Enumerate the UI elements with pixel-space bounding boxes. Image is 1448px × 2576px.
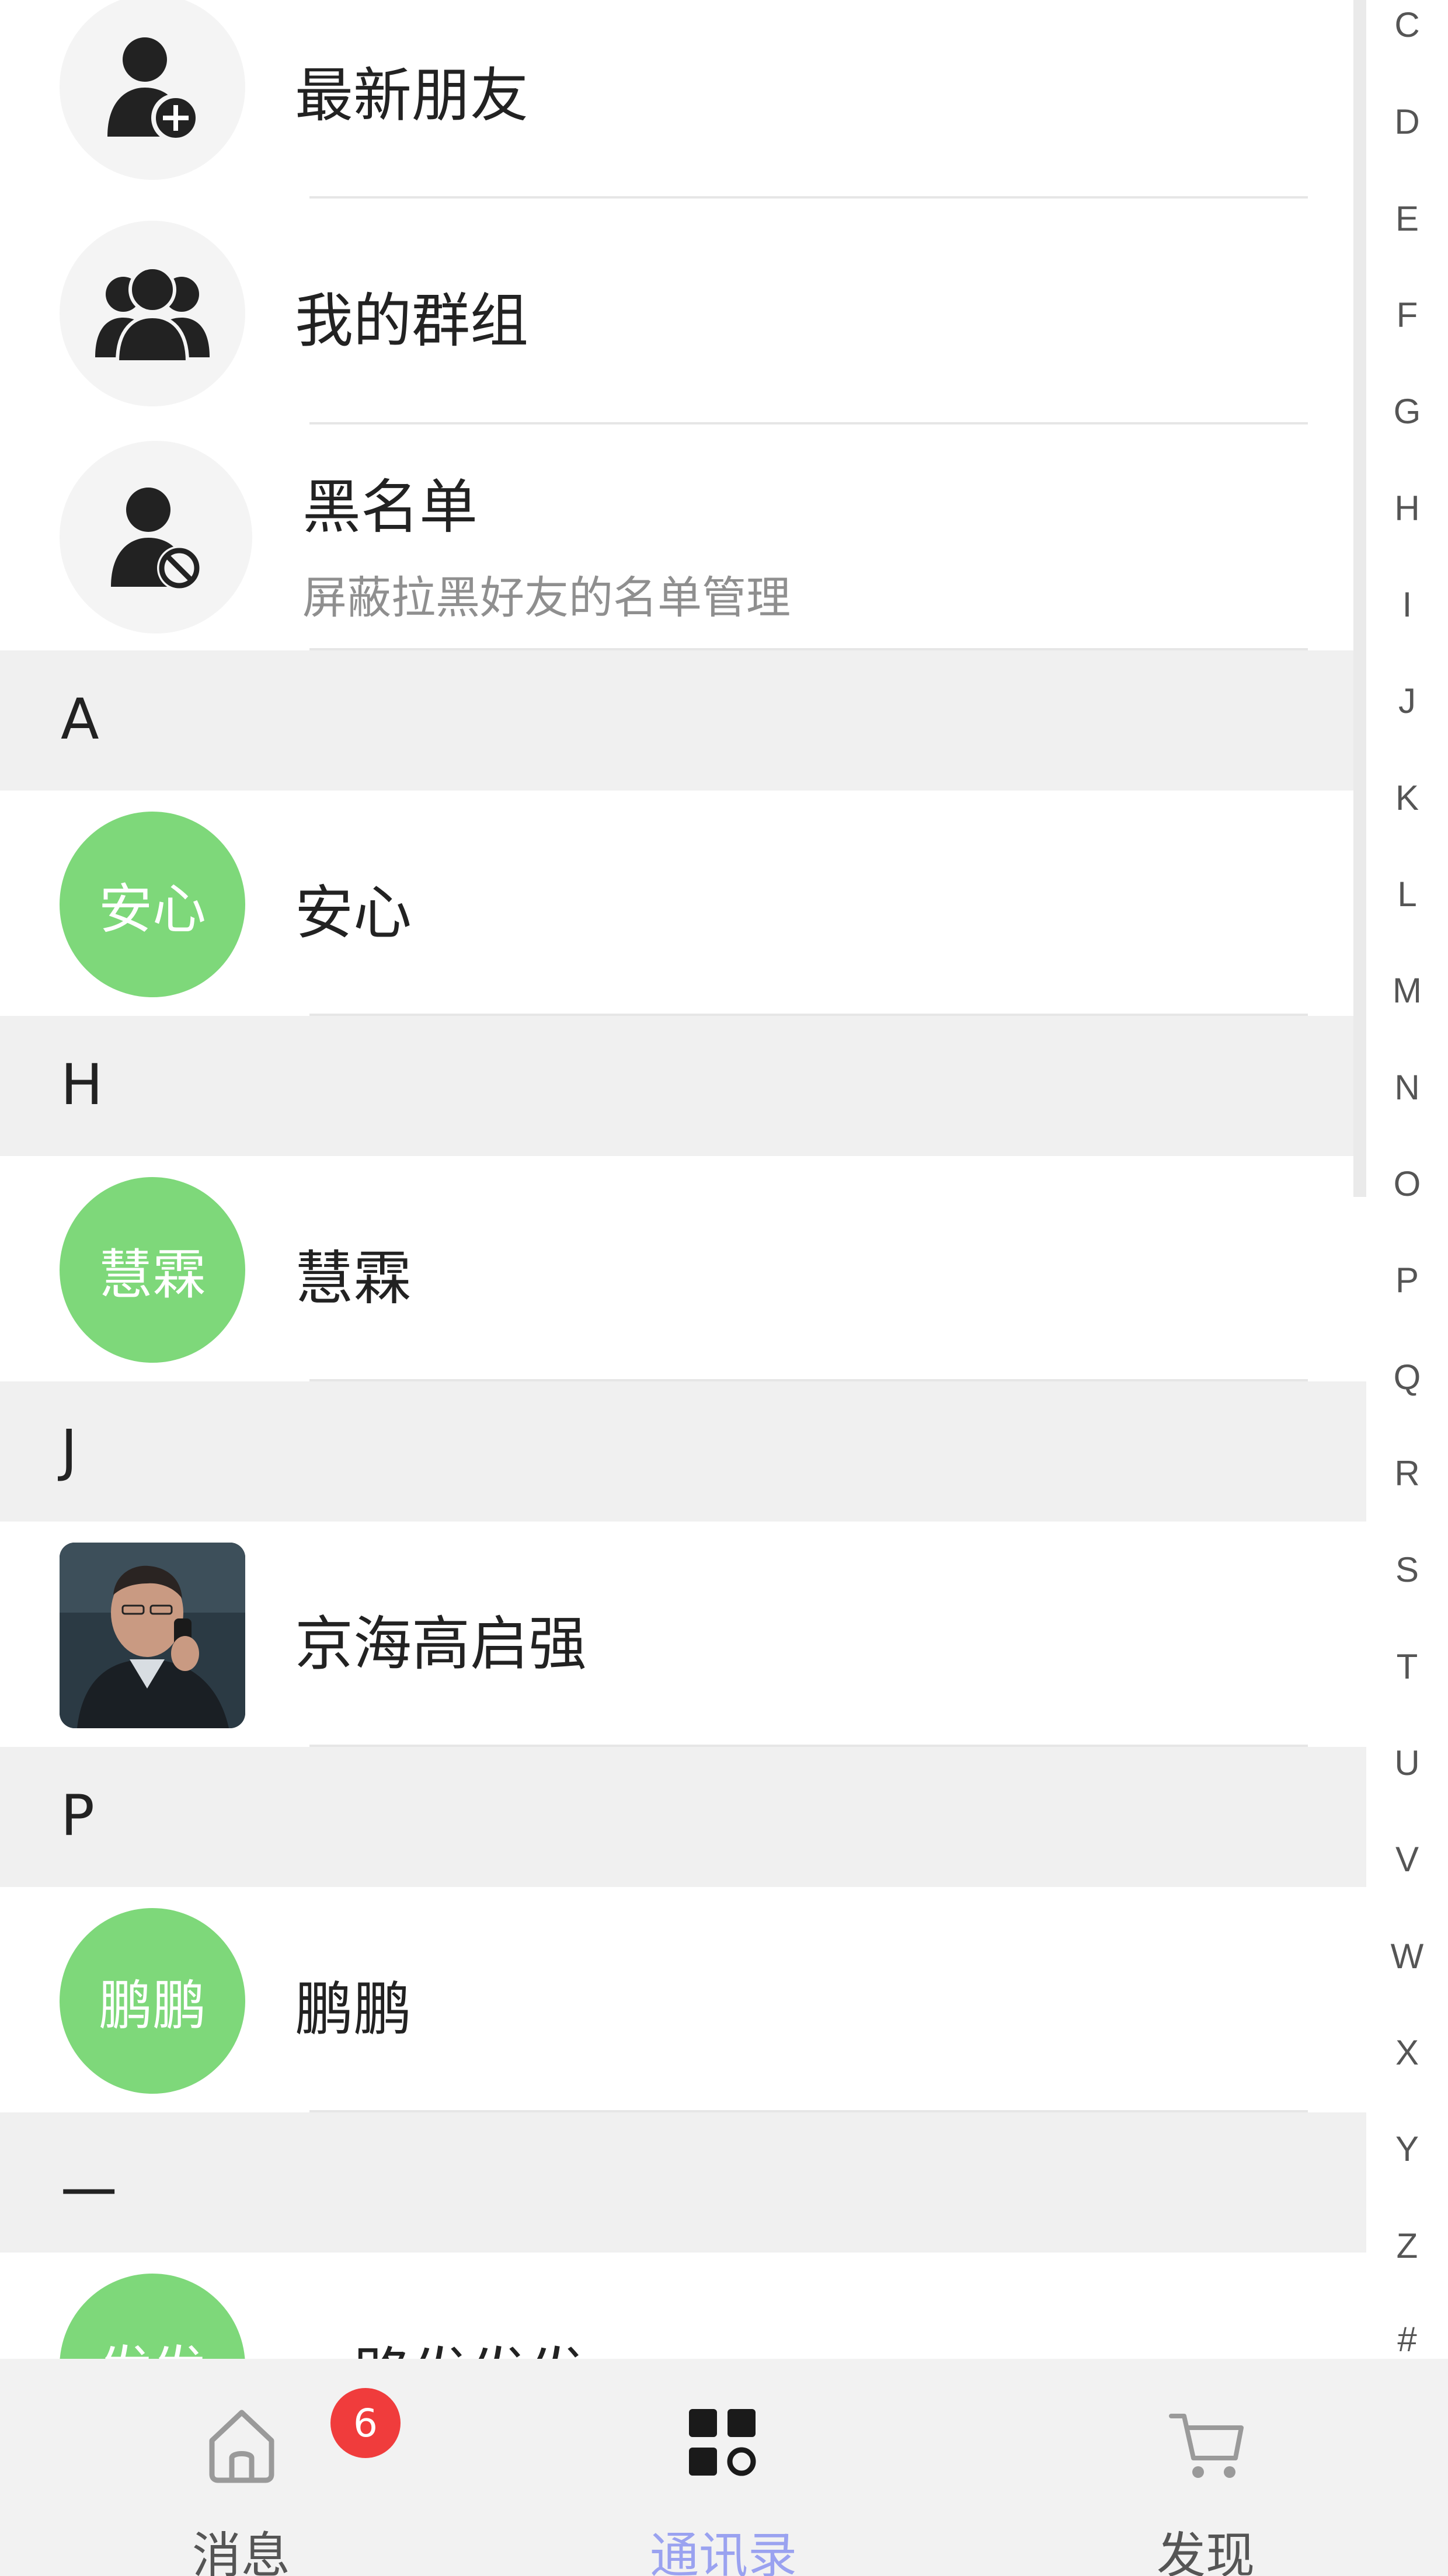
avatar-photo <box>60 1543 245 1728</box>
index-letter-d[interactable]: D <box>1366 102 1448 142</box>
avatar-text: 鹏鹏 <box>98 1974 206 2037</box>
add-friend-icon <box>107 37 200 142</box>
unread-badge: 6 <box>330 2388 401 2458</box>
person-photo <box>60 1543 245 1728</box>
tab-label: 通讯录 <box>649 2527 797 2576</box>
contact-list[interactable]: 最新朋友 我的群组 黑名单 屏蔽拉黑好友的名单管理 A 安心 安心 H 慧霖 慧… <box>0 0 1366 2359</box>
section-letter: H <box>61 1052 103 1118</box>
index-letter-w[interactable]: W <box>1366 1936 1448 1976</box>
avatar: 安心 <box>60 812 245 997</box>
avatar-text: 安心 <box>98 878 206 941</box>
group-icon <box>95 266 210 363</box>
contact-row[interactable]: 安心 安心 <box>0 791 1366 1016</box>
index-letter-l[interactable]: L <box>1366 874 1448 914</box>
index-letter-i[interactable]: I <box>1366 584 1448 625</box>
alphabet-index[interactable]: C D E F G H I J K L M N O P Q R S T U V … <box>1366 0 1448 2359</box>
section-header-a: A <box>0 650 1366 791</box>
avatar-text: 慧霖 <box>98 1243 206 1306</box>
index-letter-y[interactable]: Y <box>1366 2129 1448 2169</box>
index-letter-j[interactable]: J <box>1366 681 1448 721</box>
index-letter-r[interactable]: R <box>1366 1453 1448 1494</box>
section-letter: 一 <box>61 2161 117 2227</box>
index-letter-h[interactable]: H <box>1366 488 1448 528</box>
avatar <box>60 221 245 406</box>
index-letter-p[interactable]: P <box>1366 1260 1448 1300</box>
index-letter-c[interactable]: C <box>1366 5 1448 45</box>
index-letter-x[interactable]: X <box>1366 2032 1448 2073</box>
contact-name: 京海高启强 <box>295 1610 587 1678</box>
contact-name: 安心 <box>295 879 412 947</box>
index-letter-q[interactable]: Q <box>1366 1357 1448 1397</box>
index-letter-m[interactable]: M <box>1366 970 1448 1011</box>
contact-row[interactable]: 慧霖 慧霖 <box>0 1156 1366 1381</box>
section-letter: P <box>61 1783 95 1849</box>
index-letter-o[interactable]: O <box>1366 1164 1448 1204</box>
index-letter-n[interactable]: N <box>1366 1067 1448 1108</box>
avatar: 鹏鹏 <box>60 1908 245 2094</box>
scrollbar[interactable] <box>1353 0 1366 1197</box>
row-title: 最新朋友 <box>295 61 528 130</box>
avatar <box>60 441 252 633</box>
contact-row[interactable]: 京海高启强 <box>0 1522 1366 1747</box>
index-letter-t[interactable]: T <box>1366 1646 1448 1687</box>
contact-name: 慧霖 <box>295 1244 412 1313</box>
contact-name: 一路发发发 <box>295 2327 587 2359</box>
contacts-grid-icon <box>689 2409 756 2476</box>
avatar <box>60 0 245 180</box>
index-letter-hash[interactable]: # <box>1366 2319 1448 2359</box>
row-title: 我的群组 <box>295 287 528 355</box>
tab-messages[interactable]: 6 消息 <box>0 2359 482 2576</box>
row-title: 黑名单 <box>302 473 478 541</box>
avatar-text: 发发 <box>99 2328 206 2359</box>
index-letter-z[interactable]: Z <box>1366 2226 1448 2266</box>
tab-discover[interactable]: 发现 <box>965 2359 1447 2576</box>
index-letter-u[interactable]: U <box>1366 1743 1448 1783</box>
section-letter: A <box>61 687 99 752</box>
section-header-yi: 一 <box>0 2112 1366 2253</box>
tab-label: 发现 <box>1156 2527 1255 2576</box>
contact-row[interactable]: 鹏鹏 鹏鹏 <box>0 1887 1366 2112</box>
index-letter-g[interactable]: G <box>1366 391 1448 431</box>
home-icon <box>209 2410 274 2483</box>
row-subtitle: 屏蔽拉黑好友的名单管理 <box>302 572 791 624</box>
new-friends-row[interactable]: 最新朋友 <box>0 0 1366 199</box>
section-header-h: H <box>0 1016 1366 1156</box>
blacklist-row[interactable]: 黑名单 屏蔽拉黑好友的名单管理 <box>0 424 1366 650</box>
index-letter-k[interactable]: K <box>1366 778 1448 818</box>
avatar: 慧霖 <box>60 1177 245 1363</box>
my-groups-row[interactable]: 我的群组 <box>0 199 1366 424</box>
index-letter-s[interactable]: S <box>1366 1550 1448 1590</box>
index-letter-e[interactable]: E <box>1366 199 1448 239</box>
index-letter-v[interactable]: V <box>1366 1839 1448 1879</box>
contact-name: 鹏鹏 <box>295 1975 412 2044</box>
blocked-user-icon <box>111 488 201 590</box>
contact-row[interactable]: 发发 一路发发发 <box>0 2253 1366 2359</box>
cart-icon <box>1169 2414 1244 2478</box>
section-header-p: P <box>0 1747 1366 1887</box>
bottom-tab-bar: 6 消息 通讯录 发现 <box>0 2359 1448 2576</box>
tab-contacts[interactable]: 通讯录 <box>482 2359 965 2576</box>
avatar: 发发 <box>60 2274 245 2359</box>
section-letter: J <box>61 1418 78 1483</box>
tab-label: 消息 <box>192 2527 290 2576</box>
index-letter-f[interactable]: F <box>1366 295 1448 335</box>
section-header-j: J <box>0 1381 1366 1522</box>
